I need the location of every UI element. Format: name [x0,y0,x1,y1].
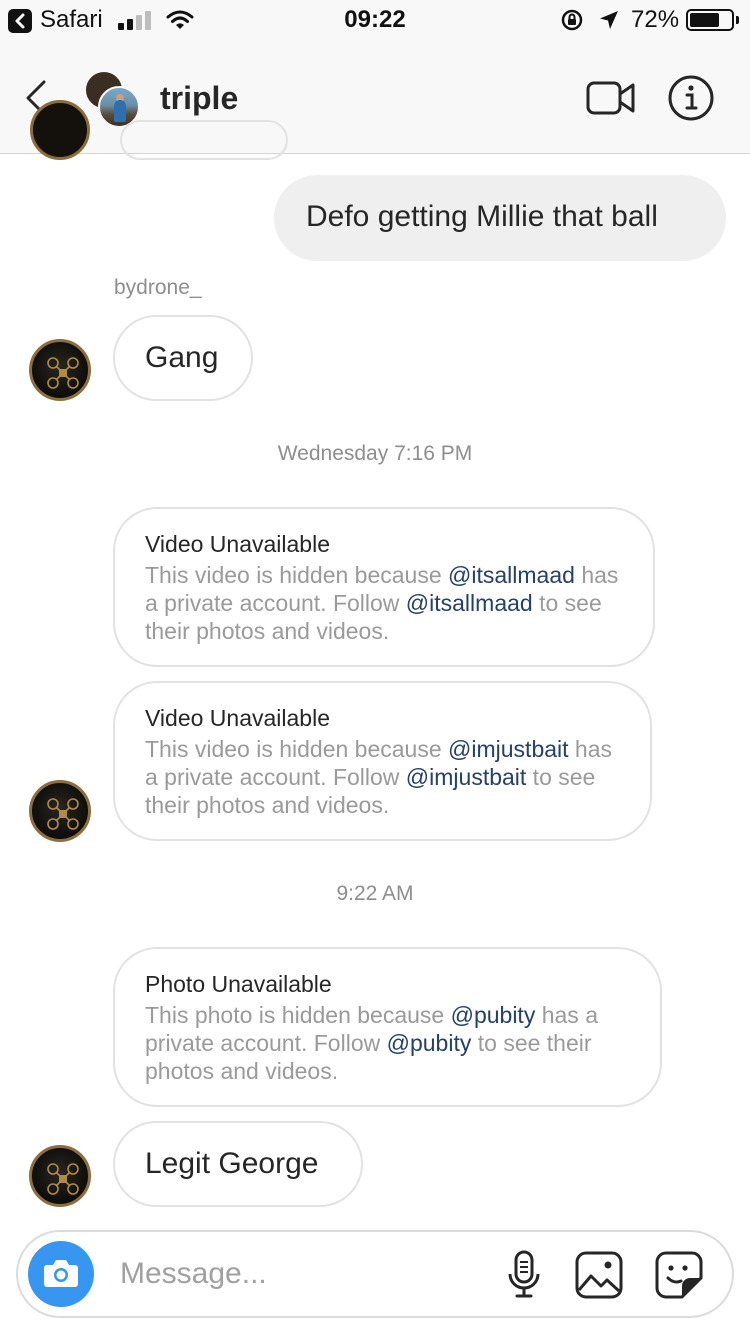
battery-cap [736,16,739,24]
sender-name: bydrone_ [114,276,202,299]
card-body: This photo is hidden because @pubity has… [145,1002,598,1084]
message-text: Gang [145,341,219,374]
mention-link[interactable]: @pubity [387,1030,472,1056]
group-avatar[interactable] [84,70,144,128]
sender-avatar[interactable] [29,339,91,401]
outgoing-message[interactable]: Defo getting Millie that ball [274,175,726,261]
battery-level [690,13,719,27]
location-arrow-icon [600,11,618,29]
mention-link[interactable]: @pubity [451,1002,536,1028]
sender-avatar[interactable] [29,1145,91,1207]
message-input[interactable] [120,1250,480,1298]
incoming-message[interactable]: Legit George [113,1121,363,1207]
card-body: This video is hidden because @imjustbait… [145,736,613,818]
unavailable-media-card[interactable]: Photo Unavailable This photo is hidden b… [113,947,662,1107]
unavailable-media-card[interactable]: Video Unavailable This video is hidden b… [113,507,655,667]
timestamp-separator: 9:22 AM [336,882,414,905]
message-composer [16,1230,734,1318]
image-icon[interactable] [574,1250,624,1300]
card-title: Photo Unavailable [145,971,332,997]
rotation-lock-icon [561,9,583,31]
drone-logo-icon [47,357,79,389]
drone-logo-icon [47,1163,79,1195]
card-title: Video Unavailable [145,705,330,731]
mention-link[interactable]: @imjustbait [406,764,527,790]
sticker-icon[interactable] [654,1250,704,1300]
video-camera-icon[interactable] [585,78,637,118]
camera-icon [44,1260,78,1287]
mention-link[interactable]: @itsallmaad [406,590,533,616]
camera-button[interactable] [28,1241,94,1307]
message-text: Legit George [145,1147,319,1180]
message-text: Defo getting Millie that ball [306,200,658,233]
chat-header: triple [0,40,750,154]
chat-title[interactable]: triple [160,80,238,117]
avatar-partial [30,100,90,160]
card-title: Video Unavailable [145,531,330,557]
timestamp-separator: Wednesday 7:16 PM [277,442,473,465]
card-body: This video is hidden because @itsallmaad… [145,562,619,644]
mention-link[interactable]: @imjustbait [448,736,569,762]
incoming-message[interactable]: Gang [113,315,253,401]
mention-link[interactable]: @itsallmaad [448,562,575,588]
unavailable-media-card[interactable]: Video Unavailable This video is hidden b… [113,681,652,841]
status-bar: Safari 09:22 72% [0,0,750,40]
battery-percent: 72% [631,6,680,33]
info-icon[interactable] [667,74,715,122]
message-bubble-partial [120,120,288,160]
drone-logo-icon [47,798,79,830]
sender-avatar[interactable] [29,780,91,842]
microphone-icon[interactable] [506,1250,542,1300]
battery-icon [686,9,734,31]
